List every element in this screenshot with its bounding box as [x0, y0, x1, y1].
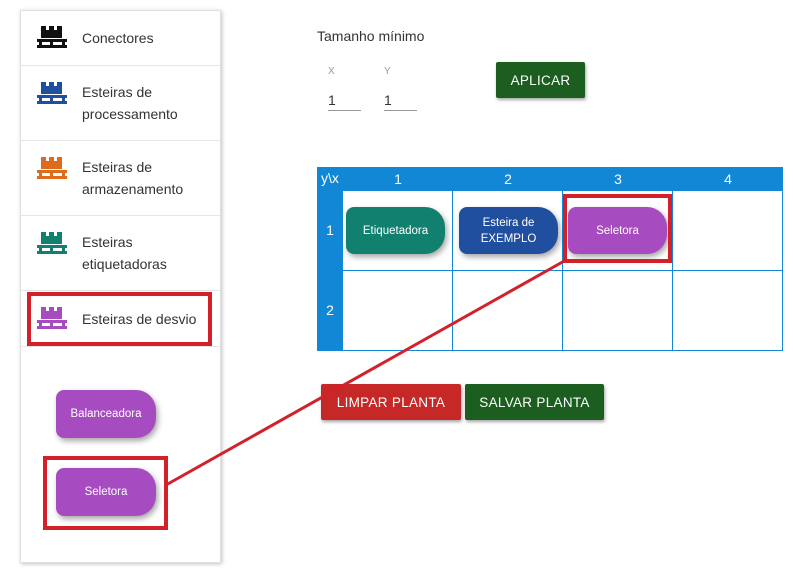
- grid-row-header: 1: [326, 222, 334, 238]
- y-input[interactable]: [384, 89, 417, 111]
- grid-column-header: 1: [394, 171, 402, 187]
- pallet-icon: [37, 82, 67, 104]
- sidebar-item-etiquetadoras[interactable]: Esteiras etiquetadoras: [21, 216, 220, 291]
- sidebar-item-label: Esteiras de armazenamento: [82, 159, 184, 197]
- save-plant-button[interactable]: SALVAR PLANTA: [465, 384, 604, 420]
- grid-column-header: 2: [504, 171, 512, 187]
- x-input[interactable]: [328, 89, 361, 111]
- plant-grid: y\x 1 2 3 4 1 2: [317, 167, 783, 351]
- clear-plant-button[interactable]: LIMPAR PLANTA: [321, 384, 461, 420]
- grid-row-header: 2: [326, 302, 334, 318]
- grid-cell[interactable]: [343, 271, 452, 350]
- grid-cell[interactable]: [453, 271, 562, 350]
- apply-button[interactable]: APLICAR: [496, 62, 585, 98]
- grid-cell[interactable]: [563, 271, 672, 350]
- sidebar-item-label: Esteiras etiquetadoras: [82, 234, 167, 272]
- pallet-icon: [37, 232, 67, 254]
- grid-corner-label: y\x: [321, 170, 339, 186]
- pallet-icon: [37, 157, 67, 179]
- seletora-placed-chip[interactable]: Seletora: [568, 207, 667, 254]
- grid-column-header: 4: [724, 171, 732, 187]
- seletora-chip[interactable]: Seletora: [56, 468, 156, 516]
- sidebar-item-label: Esteiras de desvio: [82, 311, 197, 327]
- pallet-icon: [37, 307, 67, 329]
- sidebar-item-label: Conectores: [82, 30, 154, 46]
- y-field-label: Y: [384, 66, 391, 77]
- sidebar-item-label: Esteiras de processamento: [82, 84, 178, 122]
- min-size-title: Tamanho mínimo: [317, 28, 425, 44]
- sidebar-item-processamento[interactable]: Esteiras de processamento: [21, 66, 220, 141]
- x-field-label: X: [328, 66, 335, 77]
- sidebar-item-conectores[interactable]: Conectores: [21, 11, 220, 66]
- balanceadora-chip[interactable]: Balanceadora: [56, 390, 156, 438]
- sidebar-item-desvio[interactable]: Esteiras de desvio: [21, 291, 220, 347]
- pallet-icon: [37, 26, 67, 48]
- grid-cell[interactable]: [673, 271, 782, 350]
- grid-cell[interactable]: [673, 191, 782, 270]
- etiquetadora-chip[interactable]: Etiquetadora: [346, 207, 445, 254]
- sidebar-item-armazenamento[interactable]: Esteiras de armazenamento: [21, 141, 220, 216]
- esteira-exemplo-chip[interactable]: Esteira de EXEMPLO: [459, 207, 558, 254]
- grid-column-header: 3: [614, 171, 622, 187]
